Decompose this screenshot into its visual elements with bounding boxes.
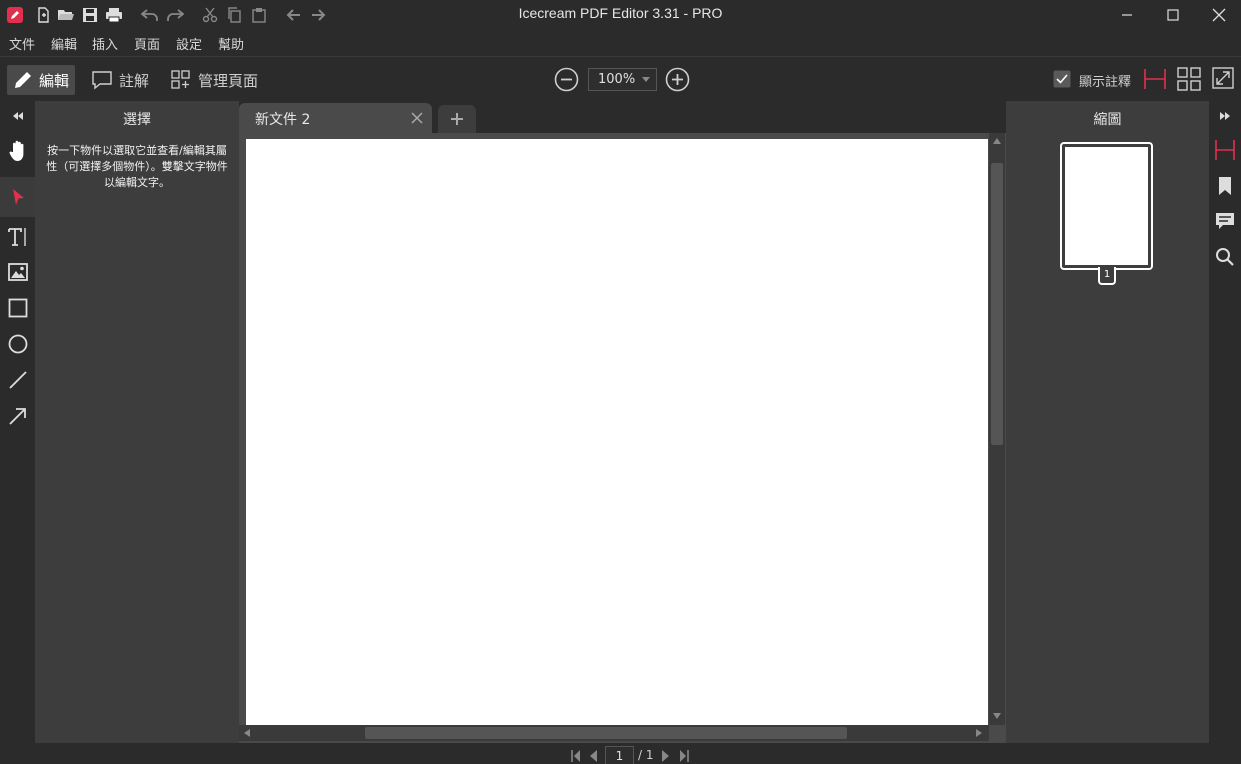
select-arrow-icon[interactable]	[0, 177, 35, 217]
thumbnails-tab-icon[interactable]	[1209, 133, 1241, 167]
chevron-down-icon	[642, 77, 650, 82]
horizontal-scroll-thumb[interactable]	[365, 727, 847, 739]
comment-icon	[91, 70, 119, 90]
current-page-input[interactable]: 1	[605, 746, 634, 764]
annotate-mode-button[interactable]: 註解	[85, 65, 155, 95]
menu-page[interactable]: 頁面	[134, 34, 160, 53]
save-icon[interactable]	[81, 6, 99, 24]
fit-width-view-icon[interactable]	[1143, 68, 1167, 90]
paste-icon[interactable]	[250, 6, 268, 24]
thumbnail-page-preview	[1065, 147, 1148, 265]
redo-icon[interactable]	[166, 6, 184, 24]
scroll-up-icon[interactable]	[993, 138, 1001, 144]
image-icon[interactable]	[0, 254, 35, 290]
print-icon[interactable]	[105, 6, 123, 24]
back-arrow-icon[interactable]	[285, 6, 303, 24]
open-folder-icon[interactable]	[57, 6, 75, 24]
fullscreen-icon[interactable]	[1212, 67, 1234, 89]
copy-icon[interactable]	[225, 6, 243, 24]
menu-insert[interactable]: 插入	[92, 34, 118, 53]
text-icon[interactable]	[0, 219, 35, 255]
document-viewport	[239, 133, 1006, 743]
panel-title: 縮圖	[1093, 112, 1122, 128]
rectangle-icon[interactable]	[0, 290, 35, 326]
collapse-left-panel-icon[interactable]	[0, 101, 35, 131]
last-page-icon[interactable]	[679, 750, 689, 762]
document-tab-label: 新文件 2	[255, 112, 311, 128]
toolbar: 編輯 註解 管理頁面 100% 顯示註釋	[0, 56, 1241, 100]
minimize-button[interactable]	[1104, 0, 1150, 30]
page-thumbnail[interactable]	[1060, 142, 1153, 270]
collapse-right-panel-icon[interactable]	[1209, 101, 1241, 131]
pdf-page[interactable]	[246, 139, 988, 725]
scroll-down-icon[interactable]	[993, 713, 1001, 719]
line-icon[interactable]	[0, 362, 35, 398]
manage-pages-mode-label: 管理頁面	[198, 71, 259, 90]
add-tab-button[interactable]	[438, 105, 476, 133]
scroll-right-icon[interactable]	[976, 729, 982, 737]
menu-file[interactable]: 文件	[9, 34, 35, 53]
title-bar: Icecream PDF Editor 3.31 - PRO	[0, 0, 1241, 30]
close-window-button[interactable]	[1196, 0, 1241, 30]
annotate-mode-label: 註解	[119, 71, 150, 90]
show-annotations-checkbox[interactable]	[1053, 70, 1071, 88]
pages-grid-icon	[170, 70, 198, 90]
menu-settings[interactable]: 設定	[176, 34, 202, 53]
comments-icon[interactable]	[1209, 204, 1241, 238]
cut-icon[interactable]	[201, 6, 219, 24]
select-properties-panel: 選擇 按一下物件以選取它並查看/編輯其屬性（可選擇多個物件）。雙擊文字物件以編輯…	[35, 101, 239, 743]
tool-strip	[0, 101, 35, 743]
arrow-icon[interactable]	[0, 398, 35, 434]
panel-description: 按一下物件以選取它並查看/編輯其屬性（可選擇多個物件）。雙擊文字物件以編輯文字。	[46, 144, 228, 189]
ellipse-icon[interactable]	[0, 326, 35, 362]
zoom-out-icon[interactable]	[554, 67, 579, 92]
thumbnail-page-number: 1	[1098, 267, 1116, 285]
total-pages: / 1	[638, 748, 654, 762]
menu-edit[interactable]: 編輯	[51, 34, 77, 53]
panel-title: 選擇	[123, 112, 151, 128]
scroll-left-icon[interactable]	[244, 729, 250, 737]
hand-icon[interactable]	[0, 133, 35, 169]
undo-icon[interactable]	[141, 6, 159, 24]
document-tab[interactable]: 新文件 2	[239, 103, 432, 133]
two-page-view-icon[interactable]	[1177, 67, 1201, 91]
edit-mode-button[interactable]: 編輯	[7, 65, 76, 95]
pencil-icon	[13, 70, 39, 90]
show-annotations-label: 顯示註釋	[1079, 75, 1132, 90]
app-logo-icon	[6, 6, 24, 24]
forward-arrow-icon[interactable]	[309, 6, 327, 24]
vertical-scrollbar[interactable]	[989, 133, 1005, 725]
bookmark-icon[interactable]	[1209, 169, 1241, 203]
document-area: 新文件 2	[239, 101, 1006, 743]
plus-icon	[450, 112, 464, 126]
status-bar: 1 / 1	[0, 743, 1241, 764]
menu-bar: 文件 編輯 插入 頁面 設定 幫助	[0, 30, 1241, 56]
zoom-select[interactable]: 100%	[588, 68, 657, 91]
edit-mode-label: 編輯	[39, 71, 70, 90]
next-page-icon[interactable]	[662, 750, 670, 762]
menu-help[interactable]: 幫助	[218, 34, 244, 53]
new-file-icon[interactable]	[34, 6, 52, 24]
first-page-icon[interactable]	[571, 750, 581, 762]
right-sidebar-strip	[1209, 101, 1241, 743]
vertical-scroll-thumb[interactable]	[991, 163, 1003, 445]
zoom-in-icon[interactable]	[665, 67, 690, 92]
close-icon[interactable]	[410, 111, 424, 125]
maximize-button[interactable]	[1150, 0, 1196, 30]
horizontal-scrollbar[interactable]	[239, 725, 989, 741]
zoom-value: 100%	[598, 72, 636, 87]
window-title: Icecream PDF Editor 3.31 - PRO	[518, 5, 723, 21]
search-icon[interactable]	[1209, 240, 1241, 274]
previous-page-icon[interactable]	[589, 750, 597, 762]
thumbnails-panel: 縮圖 1	[1006, 101, 1209, 743]
manage-pages-mode-button[interactable]: 管理頁面	[164, 65, 264, 95]
